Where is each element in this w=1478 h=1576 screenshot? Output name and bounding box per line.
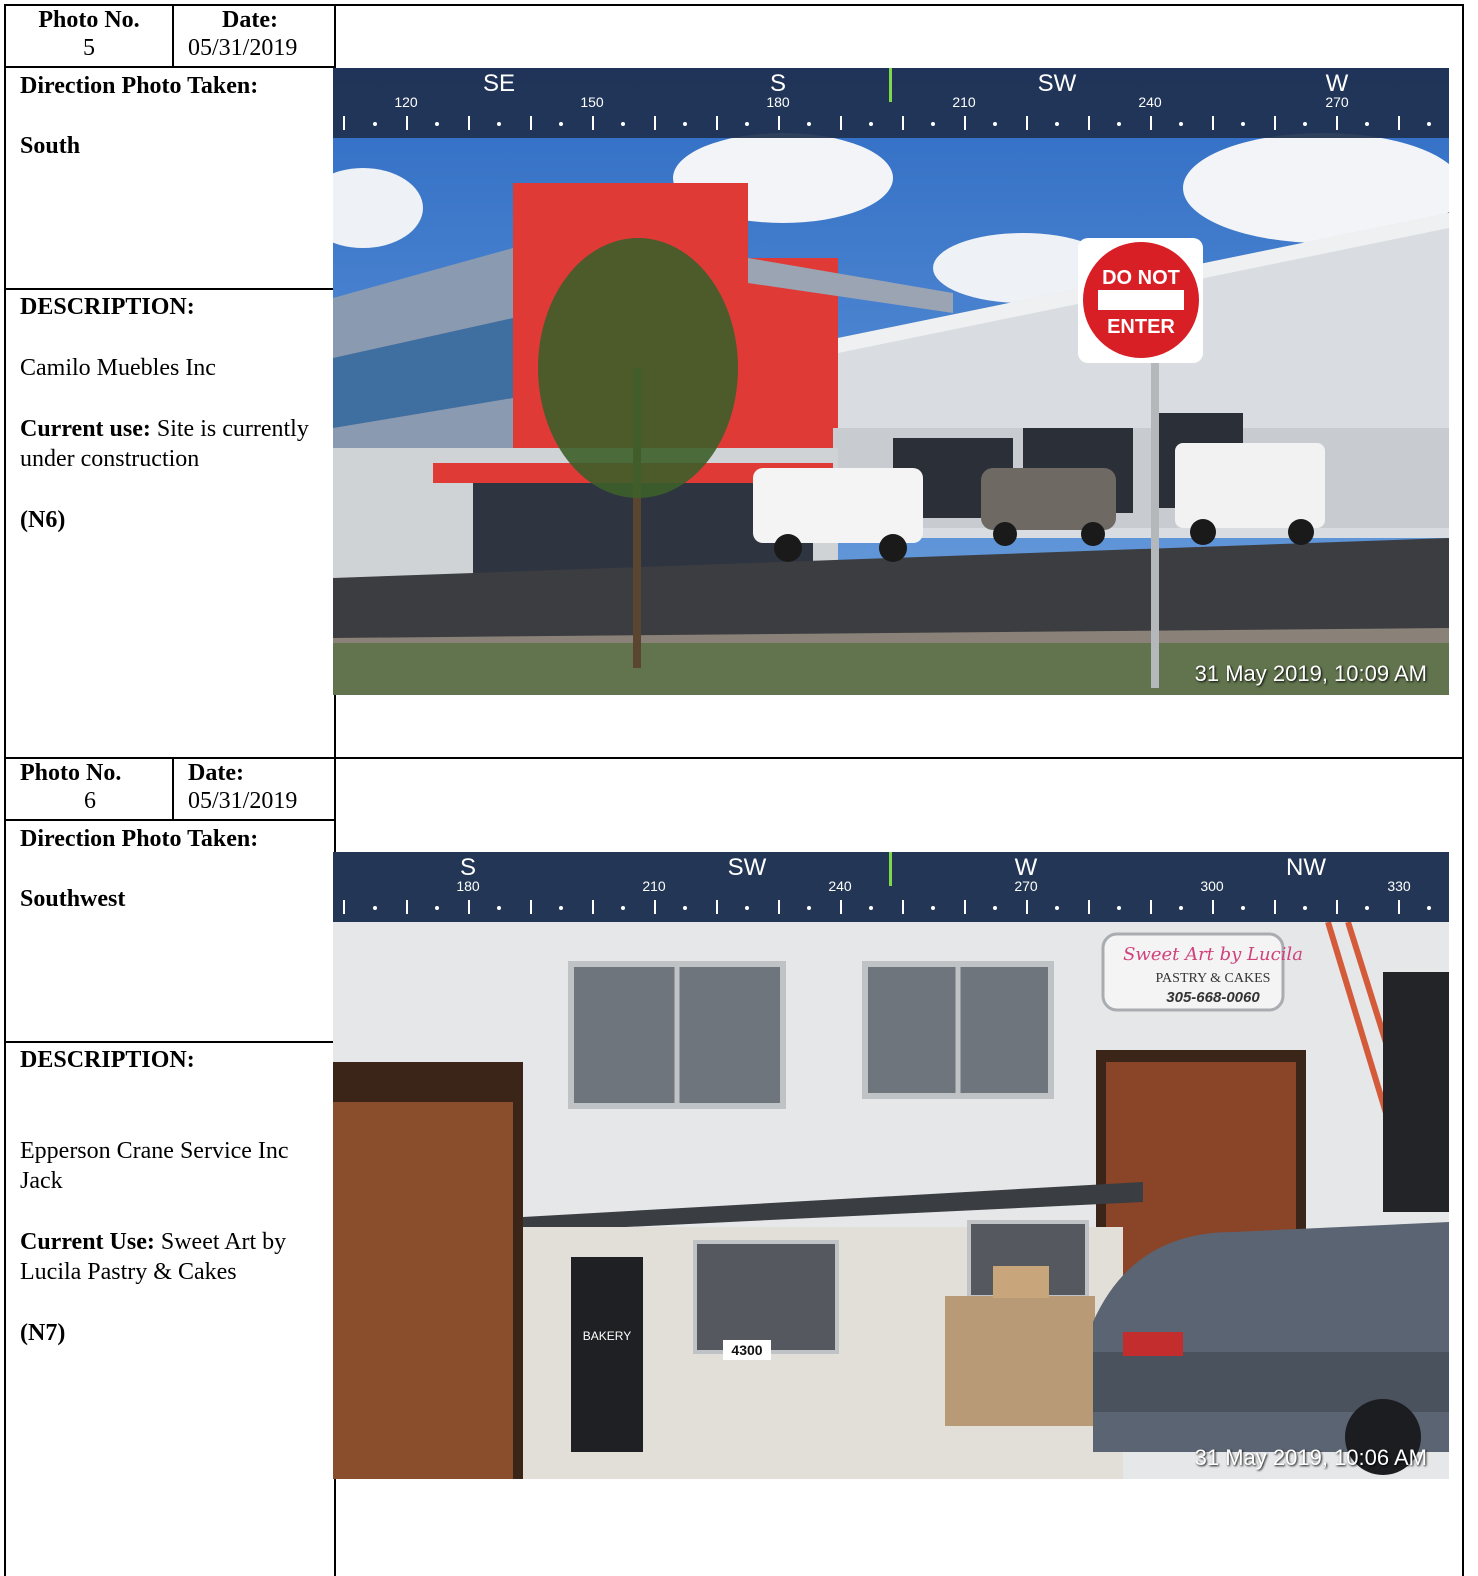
current-use: Current Use: Sweet Art by Lucila Pastry … [20,1227,325,1287]
photo-no-value: 5 [83,35,95,61]
photo-timestamp: 31 May 2019, 10:09 AM [1194,661,1427,686]
compass-cardinal: NW [1286,854,1326,881]
compass-needle [889,68,892,102]
description-text: Epperson Crane Service Inc Jack [20,1138,289,1194]
current-use-label: Current use: [20,416,151,442]
compass-ticks [343,116,1431,130]
description-label: DESCRIPTION: [20,1047,195,1073]
compass-degree: 210 [952,94,976,110]
description-section: DESCRIPTION: Epperson Crane Service Inc … [20,1045,325,1379]
compass-degree: 180 [456,878,480,894]
photo-no-cell: Photo No. 6 [6,759,174,819]
direction-value: South [20,133,81,159]
compass-cardinal: SE [482,70,516,97]
compass-cardinal: SW [1037,70,1077,97]
photo-5-scene: DO NOT ENTER [333,68,1449,695]
current-use: Current use: Site is currently under con… [20,414,325,474]
compass-degree: 270 [1014,878,1038,894]
compass-bar: SE S SW W 120 150 180 210 240 270 [333,68,1449,138]
direction-section: Direction Photo Taken: Southwest [20,825,320,913]
compass-ticks [343,900,1431,914]
direction-label: Direction Photo Taken: [20,826,259,852]
compass-degree: 330 [1387,878,1411,894]
info-column: Photo No. 5 Date: 05/31/2019 Direction P… [6,6,336,757]
direction-section: Direction Photo Taken: South [20,72,320,160]
date-label: Date: [222,7,278,33]
site-photo-5: DO NOT ENTER SE S SW W 120 150 180 210 2… [333,68,1449,695]
date-cell: Date: 05/31/2019 [174,759,334,819]
photo-no-value: 6 [84,788,96,814]
direction-value: Southwest [20,886,126,912]
compass-degree: 240 [1138,94,1162,110]
reference-code: (N7) [20,1320,66,1346]
direction-label: Direction Photo Taken: [20,73,259,99]
description-label: DESCRIPTION: [20,294,195,320]
date-value: 05/31/2019 [188,788,298,814]
date-label: Date: [188,760,244,786]
photo-no-label: Photo No. [38,7,140,33]
shop-sign-sub: PASTRY & CAKES [1156,971,1271,986]
compass-degree: 240 [828,878,852,894]
compass-degree: 300 [1200,878,1224,894]
photo-timestamp: 31 May 2019, 10:06 AM [1194,1445,1427,1470]
divider [6,1041,334,1043]
photo-no-cell: Photo No. 5 [6,6,174,66]
address-number: 4300 [731,1342,762,1358]
photo-no-label: Photo No. [20,760,122,786]
header-row: Photo No. 6 Date: 05/31/2019 [6,759,334,821]
site-photo-6: BAKERY 4300 Sweet Art by Lucila PASTRY &… [333,852,1449,1479]
compass-degree: 150 [580,94,604,110]
compass-degree: 120 [394,94,418,110]
date-cell: Date: 05/31/2019 [174,6,334,66]
info-column: Photo No. 6 Date: 05/31/2019 Direction P… [6,759,336,1576]
sign-line2: ENTER [1107,316,1175,338]
photo-6-scene: BAKERY 4300 Sweet Art by Lucila PASTRY &… [333,852,1449,1479]
date-value: 05/31/2019 [188,35,298,61]
compass-degree: 270 [1325,94,1349,110]
header-row: Photo No. 5 Date: 05/31/2019 [6,6,334,68]
reference-code: (N6) [20,507,66,533]
description-text: Camilo Muebles Inc [20,355,216,381]
door-text: BAKERY [583,1329,631,1343]
sign-line1: DO NOT [1102,267,1180,289]
compass-cardinal: SW [727,854,767,881]
divider [6,288,334,290]
shop-sign-title: Sweet Art by Lucila [1123,944,1303,965]
compass-degree: 210 [642,878,666,894]
shop-sign-phone: 305-668-0060 [1166,989,1260,1006]
current-use-label: Current Use: [20,1229,155,1255]
compass-bar: S SW W NW 180 210 240 270 300 330 [333,852,1449,922]
compass-degree: 180 [766,94,790,110]
compass-needle [889,852,892,886]
description-section: DESCRIPTION: Camilo Muebles Inc Current … [20,292,325,566]
